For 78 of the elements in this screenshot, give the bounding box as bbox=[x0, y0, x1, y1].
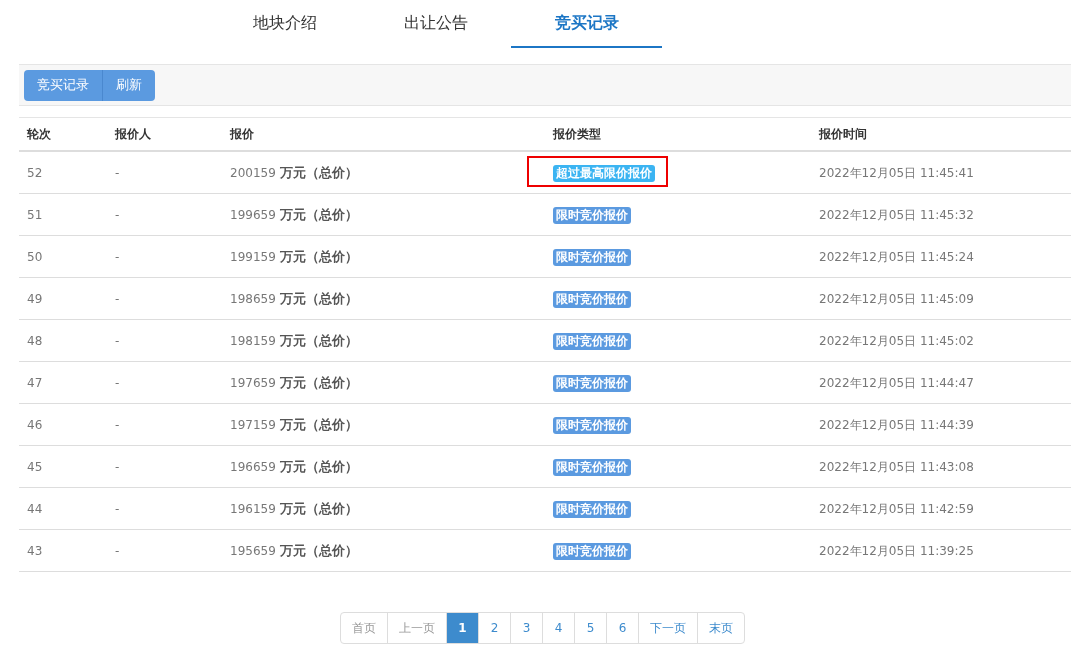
bid-time: 2022年12月05日 11:45:41 bbox=[819, 165, 974, 180]
bid-time: 2022年12月05日 11:44:47 bbox=[819, 375, 974, 390]
page-link[interactable]: 1 bbox=[446, 613, 478, 643]
refresh-button[interactable]: 刷新 bbox=[102, 69, 155, 101]
bid-type-badge: 超过最高限价报价 bbox=[553, 164, 655, 182]
round-number: 43 bbox=[27, 543, 43, 558]
bid-type-badge: 限时竞价报价 bbox=[553, 374, 631, 392]
bid-type-badge: 限时竞价报价 bbox=[553, 458, 631, 476]
column-header: 报价人 bbox=[115, 126, 152, 143]
round-number: 48 bbox=[27, 333, 43, 348]
round-number: 46 bbox=[27, 417, 43, 432]
bid-time: 2022年12月05日 11:39:25 bbox=[819, 543, 974, 558]
price-unit: 万元（总价） bbox=[279, 248, 358, 264]
bidder-text: - bbox=[115, 207, 120, 222]
page-link[interactable]: 末页 bbox=[697, 613, 744, 643]
round-number: 49 bbox=[27, 291, 43, 306]
page-link[interactable]: 5 bbox=[574, 613, 606, 643]
bidder-text: - bbox=[115, 501, 120, 516]
bid-type-badge: 限时竞价报价 bbox=[553, 500, 631, 518]
price-amount: 199659 bbox=[230, 207, 276, 222]
bidder-text: - bbox=[115, 333, 120, 348]
bid-type-badge: 限时竞价报价 bbox=[553, 248, 631, 266]
page-link[interactable]: 下一页 bbox=[638, 613, 697, 643]
price-unit: 万元（总价） bbox=[279, 416, 358, 432]
round-number: 50 bbox=[27, 249, 43, 264]
price-amount: 196659 bbox=[230, 459, 276, 474]
bid-type-badge: 限时竞价报价 bbox=[553, 332, 631, 350]
price-unit: 万元（总价） bbox=[279, 290, 358, 306]
bid-type-badge: 限时竞价报价 bbox=[553, 542, 631, 560]
round-number: 45 bbox=[27, 459, 43, 474]
bid-time: 2022年12月05日 11:45:32 bbox=[819, 207, 974, 222]
bid-time: 2022年12月05日 11:42:59 bbox=[819, 501, 974, 516]
bidder-text: - bbox=[115, 375, 120, 390]
price-unit: 万元（总价） bbox=[279, 332, 358, 348]
price-amount: 198159 bbox=[230, 333, 276, 348]
price-amount: 197159 bbox=[230, 417, 276, 432]
price-unit: 万元（总价） bbox=[279, 500, 358, 516]
bidder-text: - bbox=[115, 417, 120, 432]
bid-time: 2022年12月05日 11:45:02 bbox=[819, 333, 974, 348]
column-header: 报价 bbox=[230, 126, 255, 143]
page-link[interactable]: 2 bbox=[478, 613, 510, 643]
price-unit: 万元（总价） bbox=[279, 164, 358, 180]
bidder-text: - bbox=[115, 291, 120, 306]
tab[interactable]: 竞买记录 bbox=[511, 0, 662, 48]
price-unit: 万元（总价） bbox=[279, 458, 358, 474]
bid-type-badge: 限时竞价报价 bbox=[553, 416, 631, 434]
price-unit: 万元（总价） bbox=[279, 374, 358, 390]
tab[interactable]: 地块介绍 bbox=[209, 0, 360, 48]
bid-time: 2022年12月05日 11:43:08 bbox=[819, 459, 974, 474]
price-amount: 195659 bbox=[230, 543, 276, 558]
column-header: 报价类型 bbox=[553, 126, 602, 143]
price-unit: 万元（总价） bbox=[279, 206, 358, 222]
round-number: 44 bbox=[27, 501, 43, 516]
bid-type-badge: 限时竞价报价 bbox=[553, 206, 631, 224]
bidder-text: - bbox=[115, 249, 120, 264]
round-number: 47 bbox=[27, 375, 43, 390]
column-header: 报价时间 bbox=[819, 126, 868, 143]
tab[interactable]: 出让公告 bbox=[360, 0, 511, 48]
records-button[interactable]: 竞买记录 bbox=[24, 69, 102, 101]
bidder-text: - bbox=[115, 543, 120, 558]
price-amount: 198659 bbox=[230, 291, 276, 306]
bid-time: 2022年12月05日 11:44:39 bbox=[819, 417, 974, 432]
price-amount: 199159 bbox=[230, 249, 276, 264]
page-link[interactable]: 4 bbox=[542, 613, 574, 643]
round-number: 52 bbox=[27, 165, 43, 180]
page-link[interactable]: 6 bbox=[606, 613, 638, 643]
price-amount: 197659 bbox=[230, 375, 276, 390]
column-header: 轮次 bbox=[26, 126, 52, 143]
bid-time: 2022年12月05日 11:45:09 bbox=[819, 291, 974, 306]
round-number: 51 bbox=[27, 207, 43, 222]
page-link[interactable]: 3 bbox=[510, 613, 542, 643]
bidder-text: - bbox=[115, 459, 120, 474]
price-unit: 万元（总价） bbox=[279, 542, 358, 558]
bidder-text: - bbox=[115, 165, 120, 180]
bid-time: 2022年12月05日 11:45:24 bbox=[819, 249, 974, 264]
price-amount: 200159 bbox=[230, 165, 276, 180]
bid-type-badge: 限时竞价报价 bbox=[553, 290, 631, 308]
price-amount: 196159 bbox=[230, 501, 276, 516]
